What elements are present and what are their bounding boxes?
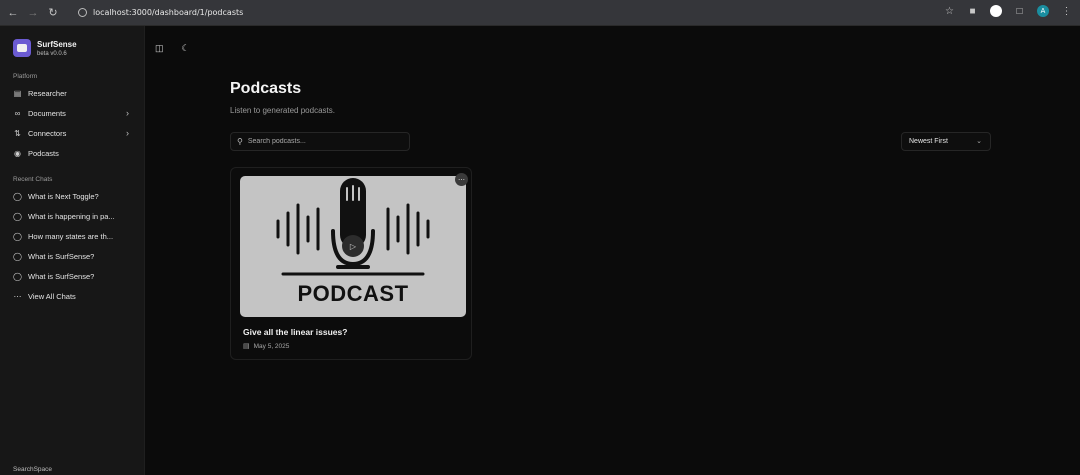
more-vert-icon[interactable]: ⋮ (1061, 6, 1072, 17)
search-icon: ⚲ (237, 137, 243, 146)
recent-chat-item[interactable]: ◯ What is SurfSense? (0, 246, 144, 266)
profile-circle-icon[interactable] (990, 5, 1002, 17)
calendar-icon: ▤ (243, 343, 250, 350)
recent-chat-label: What is Next Toggle? (28, 191, 99, 201)
recent-chat-label: What is SurfSense? (28, 251, 95, 261)
reload-icon[interactable]: ↻ (46, 6, 60, 20)
podcast-card[interactable]: ▷ PODCAST ⋯ Give all the linear issues? … (230, 167, 472, 360)
star-icon[interactable]: ☆ (944, 6, 955, 17)
podcast-date: ▤ May 5, 2025 (243, 342, 290, 351)
cable-icon: ⇅ (14, 128, 21, 138)
sort-select[interactable]: Newest First ⌄ (901, 132, 991, 151)
view-all-chats-label: View All Chats (28, 291, 76, 301)
paperclip-icon: ∞ (14, 108, 21, 118)
logo-icon (13, 39, 31, 57)
browser-toolbar: ← → ↻ localhost:3000/dashboard/1/podcast… (0, 0, 1080, 26)
search-space-label: SearchSpace (13, 466, 53, 473)
brand[interactable]: SurfSense beta v0.0.6 (0, 26, 144, 57)
recent-chats-label: Recent Chats (13, 176, 53, 183)
chevron-right-icon: › (126, 128, 129, 138)
sidebar: SurfSense beta v0.0.6 Platform ▤ Researc… (0, 26, 145, 475)
thumbnail-text: PODCAST (297, 281, 409, 306)
tabs-icon[interactable]: □ (1014, 6, 1025, 17)
sidebar-item-podcasts[interactable]: ◉ Podcasts (0, 143, 144, 163)
view-all-chats-link[interactable]: ⋯ View All Chats (0, 286, 144, 306)
address-bar[interactable]: localhost:3000/dashboard/1/podcasts (78, 4, 243, 22)
moon-icon[interactable]: ☾ (182, 43, 190, 54)
recent-chat-item[interactable]: ◯ What is SurfSense? (0, 266, 144, 286)
sidebar-item-documents[interactable]: ∞ Documents › (0, 103, 144, 123)
sidebar-item-label: Documents (28, 108, 66, 118)
recent-chat-item[interactable]: ◯ What is happening in pa... (0, 206, 144, 226)
back-icon[interactable]: ← (6, 6, 20, 20)
book-icon: ▤ (13, 88, 22, 98)
recent-chat-item[interactable]: ◯ How many states are th... (0, 226, 144, 246)
recent-chat-label: What is happening in pa... (28, 211, 115, 221)
avatar[interactable]: A (1037, 5, 1049, 17)
sidebar-item-label: Researcher (28, 88, 67, 98)
sidebar-toggle-icon[interactable]: ◫ (155, 43, 164, 54)
sidebar-item-researcher[interactable]: ▤ Researcher (0, 83, 144, 103)
chat-bubble-icon: ◯ (13, 231, 22, 241)
page-subtitle: Listen to generated podcasts. (230, 106, 335, 115)
site-info-icon[interactable] (78, 8, 87, 17)
more-horizontal-icon[interactable]: ⋯ (455, 173, 468, 186)
url-text: localhost:3000/dashboard/1/podcasts (93, 8, 244, 17)
recent-chat-label: How many states are th... (28, 231, 114, 241)
app-version: beta v0.0.6 (37, 50, 67, 57)
recent-chat-item[interactable]: ◯ What is Next Toggle? (0, 186, 144, 206)
podcast-date-text: May 5, 2025 (253, 342, 290, 350)
more-horizontal-icon: ⋯ (13, 291, 22, 301)
sort-value: Newest First (909, 138, 948, 145)
page-title: Podcasts (230, 80, 302, 97)
app-name: SurfSense (37, 39, 77, 49)
extension-icon[interactable]: ■ (967, 6, 978, 17)
search-input[interactable] (247, 138, 398, 145)
chevron-down-icon: ⌄ (976, 138, 982, 145)
sidebar-item-connectors[interactable]: ⇅ Connectors › (0, 123, 144, 143)
sidebar-item-label: Podcasts (28, 148, 59, 158)
forward-icon[interactable]: → (26, 6, 40, 20)
sidebar-item-label: Connectors (28, 128, 67, 138)
platform-label: Platform (13, 73, 38, 80)
play-icon[interactable]: ▷ (342, 235, 364, 257)
chat-bubble-icon: ◯ (13, 211, 22, 221)
podcast-thumbnail[interactable]: ▷ PODCAST (240, 176, 466, 317)
recent-chat-label: What is SurfSense? (28, 271, 95, 281)
chevron-right-icon: › (126, 108, 129, 118)
chat-bubble-icon: ◯ (13, 191, 22, 201)
main-content: ◫ ☾ Podcasts Listen to generated podcast… (145, 26, 1080, 475)
podcast-icon: ◉ (14, 148, 21, 158)
chat-bubble-icon: ◯ (13, 251, 22, 261)
chat-bubble-icon: ◯ (13, 271, 22, 281)
podcast-title: Give all the linear issues? (243, 327, 348, 337)
search-box[interactable]: ⚲ (230, 132, 410, 151)
